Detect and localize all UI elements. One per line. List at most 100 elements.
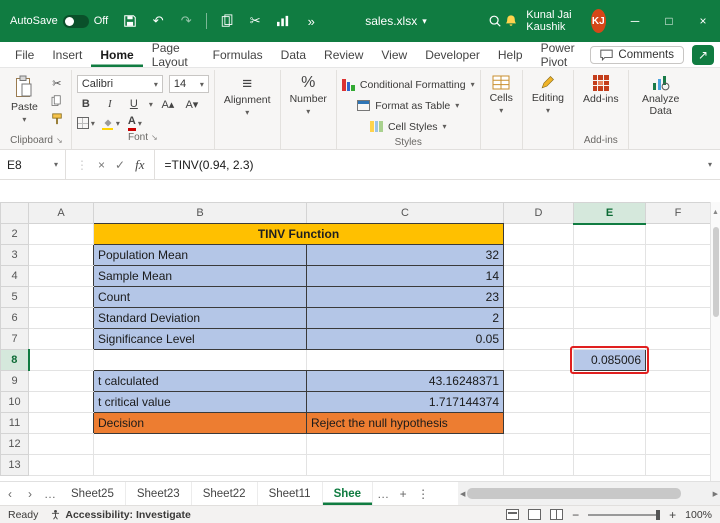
font-color-button[interactable]: A ▾ <box>126 115 144 131</box>
editing-button[interactable]: Editing ▾ <box>528 72 568 115</box>
cell-c10[interactable]: 1.717144374 <box>306 391 504 413</box>
normal-view-icon[interactable] <box>506 509 520 520</box>
cell-e4[interactable] <box>573 265 646 287</box>
cell-e12[interactable] <box>573 433 646 455</box>
cell-e8-selected[interactable]: 0.085006 <box>570 346 649 374</box>
cut-button[interactable]: ✂ <box>48 75 66 91</box>
tab-help[interactable]: Help <box>489 42 532 67</box>
sheet-tab-sheet11[interactable]: Sheet11 <box>258 482 323 505</box>
cell-f7[interactable] <box>645 328 711 350</box>
sheet-list-ellipsis-icon[interactable]: … <box>40 482 60 505</box>
select-all-corner[interactable] <box>0 202 29 224</box>
enter-button[interactable]: ✓ <box>115 158 125 172</box>
column-header-c[interactable]: C <box>306 202 504 224</box>
tab-power-pivot[interactable]: Power Pivot <box>532 41 591 69</box>
sheet-tab-active[interactable]: Shee <box>323 482 374 505</box>
prev-sheet-icon[interactable]: ‹ <box>0 482 20 505</box>
cell-c7[interactable]: 0.05 <box>306 328 504 350</box>
share-button[interactable]: ↗ <box>692 44 714 65</box>
cell-d7[interactable] <box>503 328 574 350</box>
cell-b5[interactable]: Count <box>93 286 307 308</box>
column-header-f[interactable]: F <box>645 202 711 224</box>
borders-button[interactable]: ▾ <box>76 115 95 131</box>
dialog-launcher-icon[interactable]: ↘ <box>56 136 63 145</box>
cell-a7[interactable] <box>28 328 94 350</box>
vertical-scroll-thumb[interactable] <box>712 227 719 317</box>
cell-c12[interactable] <box>306 433 504 455</box>
cell-c6[interactable]: 2 <box>306 307 504 329</box>
tab-file[interactable]: File <box>6 42 43 67</box>
cell-a3[interactable] <box>28 244 94 266</box>
row-header-7[interactable]: 7 <box>0 328 29 350</box>
tab-page-layout[interactable]: Page Layout <box>143 41 204 69</box>
row-header-8[interactable]: 8 <box>0 349 30 371</box>
search-icon[interactable] <box>487 9 503 33</box>
cell-d12[interactable] <box>503 433 574 455</box>
cell-f4[interactable] <box>645 265 711 287</box>
horizontal-scrollbar[interactable]: ◀ ▶ <box>458 482 720 505</box>
cell-f13[interactable] <box>645 454 711 476</box>
cell-f11[interactable] <box>645 412 711 434</box>
zoom-out-icon[interactable]: − <box>572 508 579 522</box>
copy-button[interactable] <box>48 93 66 109</box>
cell-e11[interactable] <box>573 412 646 434</box>
cell-e5[interactable] <box>573 286 646 308</box>
analyze-data-button[interactable]: Analyze Data <box>634 72 688 117</box>
document-title[interactable]: sales.xlsx ▾ <box>365 14 427 28</box>
column-header-a[interactable]: A <box>28 202 94 224</box>
accessibility-status[interactable]: Accessibility: Investigate <box>50 509 191 521</box>
cells-button[interactable]: Cells ▾ <box>486 72 517 115</box>
row-header-13[interactable]: 13 <box>0 454 29 476</box>
alignment-button[interactable]: ≡ Alignment ▾ <box>220 72 275 117</box>
cell-f8[interactable] <box>645 349 711 371</box>
cell-c13[interactable] <box>306 454 504 476</box>
cell-c8[interactable] <box>306 349 504 371</box>
cell-f5[interactable] <box>645 286 711 308</box>
cell-f2[interactable] <box>645 223 711 245</box>
cell-e6[interactable] <box>573 307 646 329</box>
bold-button[interactable]: B <box>77 96 95 112</box>
cell-c3[interactable]: 32 <box>306 244 504 266</box>
cell-f9[interactable] <box>645 370 711 392</box>
column-header-e[interactable]: E <box>573 202 646 225</box>
italic-button[interactable]: I <box>101 96 119 112</box>
cell-f10[interactable] <box>645 391 711 413</box>
cell-d8[interactable] <box>503 349 574 371</box>
cell-a13[interactable] <box>28 454 94 476</box>
cell-b13[interactable] <box>93 454 307 476</box>
row-header-3[interactable]: 3 <box>0 244 29 266</box>
cell-b11[interactable]: Decision <box>93 412 307 434</box>
row-header-2[interactable]: 2 <box>0 223 29 245</box>
cell-b10[interactable]: t critical value <box>93 391 307 413</box>
chart-icon[interactable] <box>271 9 295 33</box>
tab-developer[interactable]: Developer <box>416 42 489 67</box>
tab-data[interactable]: Data <box>272 42 315 67</box>
user-name[interactable]: Kunal Jai Kaushik <box>526 9 582 33</box>
more-vertical-icon[interactable]: ⋮ <box>76 158 88 172</box>
notification-bell-icon[interactable] <box>503 9 518 33</box>
row-header-9[interactable]: 9 <box>0 370 29 392</box>
font-size-select[interactable]: 14 ▾ <box>168 75 209 93</box>
row-header-5[interactable]: 5 <box>0 286 29 308</box>
cell-c5[interactable]: 23 <box>306 286 504 308</box>
cell-a11[interactable] <box>28 412 94 434</box>
cell-c9[interactable]: 43.16248371 <box>306 370 504 392</box>
column-header-d[interactable]: D <box>503 202 574 224</box>
zoom-level[interactable]: 100% <box>685 509 712 521</box>
cell-d4[interactable] <box>503 265 574 287</box>
decrease-font-size-button[interactable]: A▾ <box>183 96 201 112</box>
page-layout-view-icon[interactable] <box>528 509 542 520</box>
formula-input[interactable]: =TINV(0.94, 2.3) <box>155 150 700 179</box>
cell-a12[interactable] <box>28 433 94 455</box>
cell-b7[interactable]: Significance Level <box>93 328 307 350</box>
sheet-tab-sheet22[interactable]: Sheet22 <box>192 482 258 505</box>
tab-view[interactable]: View <box>372 42 416 67</box>
cell-d13[interactable] <box>503 454 574 476</box>
tab-options-icon[interactable]: ⋮ <box>413 482 433 505</box>
fill-color-button[interactable]: ▾ <box>101 115 120 131</box>
tab-formulas[interactable]: Formulas <box>204 42 272 67</box>
page-break-view-icon[interactable] <box>550 509 564 520</box>
cell-a9[interactable] <box>28 370 94 392</box>
redo-icon[interactable]: ↷ <box>174 9 198 33</box>
comments-button[interactable]: Comments <box>590 45 684 64</box>
